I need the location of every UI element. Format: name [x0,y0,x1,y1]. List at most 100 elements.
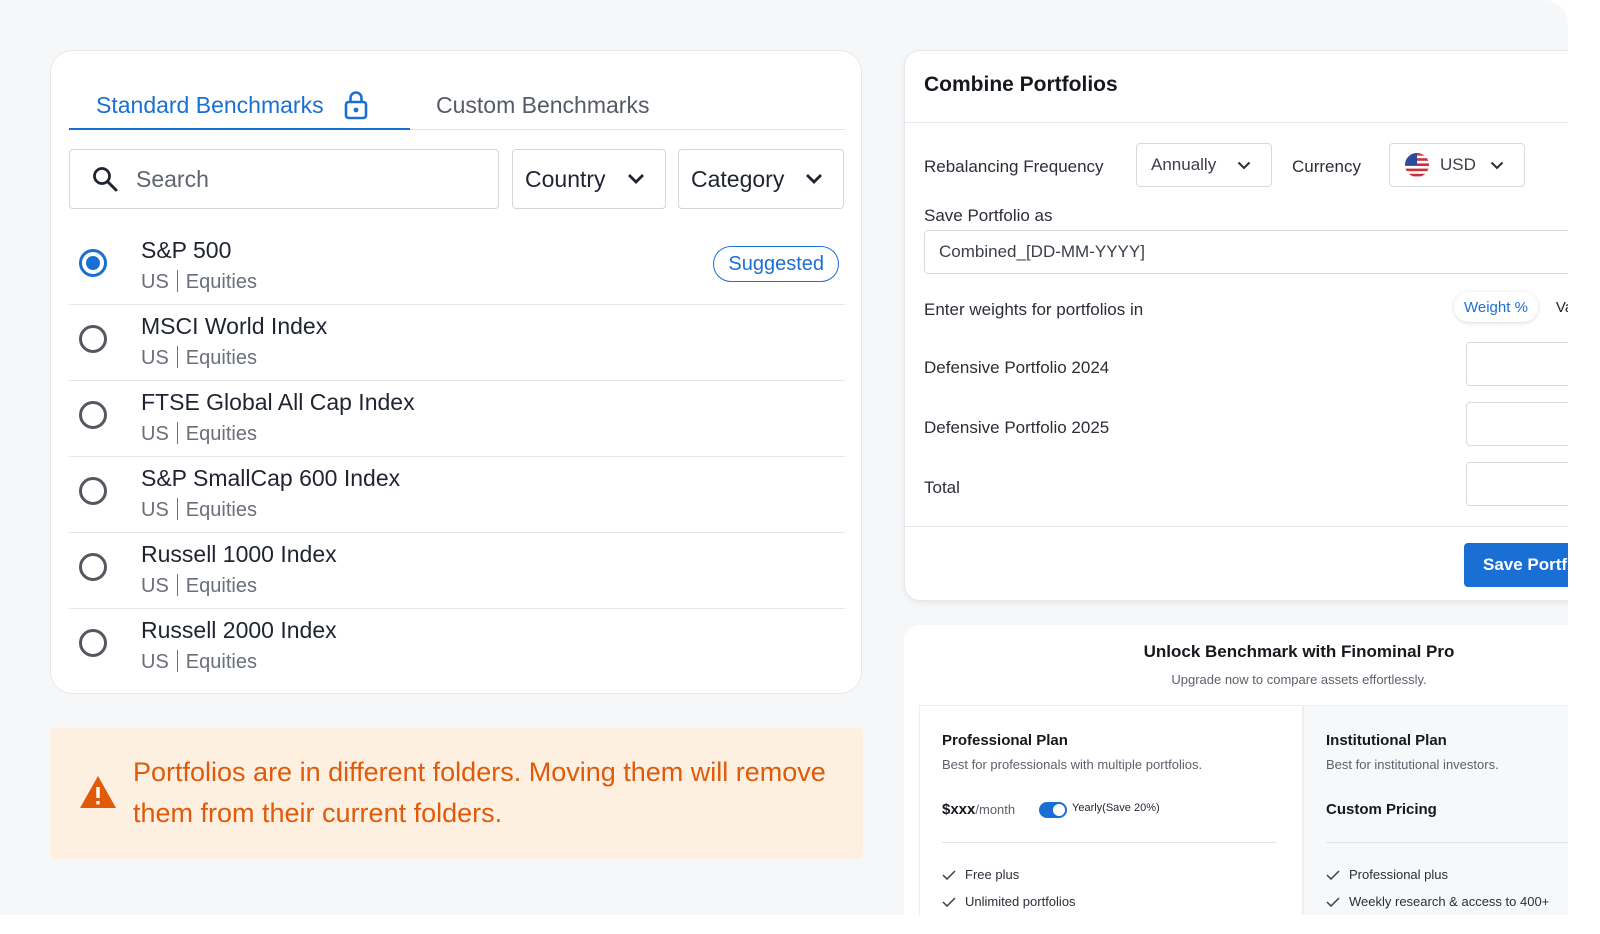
weight-mode-toggle: Weight % Va [1454,292,1568,322]
plan-description: Best for institutional investors. [1326,757,1499,772]
radio-unselected[interactable] [79,401,107,429]
active-tab-indicator [69,128,410,130]
benchmark-country: US [141,423,169,445]
benchmark-asset-class: Equities [185,347,257,369]
benchmark-row[interactable]: S&P 500 US Equities Suggested [69,229,845,305]
pro-upsell-card: Unlock Benchmark with Finominal Pro Upgr… [904,625,1568,915]
rebalancing-value: Annually [1151,155,1217,174]
divider [905,526,1568,527]
benchmark-row[interactable]: Russell 1000 Index US Equities [69,533,845,609]
plan-price: $xxx/month [942,801,1015,818]
rebalancing-label: Rebalancing Frequency [924,157,1104,176]
folder-warning-banner: Portfolios are in different folders. Mov… [50,728,863,859]
country-dropdown[interactable]: Country [512,149,666,209]
benchmark-name: FTSE Global All Cap Index [141,389,415,415]
country-dropdown-label: Country [525,165,606,192]
feature-text: Weekly research & access to 400+ [1349,894,1550,909]
benchmark-name: S&P SmallCap 600 Index [141,465,401,491]
benchmark-meta: US Equities [141,346,257,370]
benchmark-name: S&P 500 [141,237,232,263]
search-input[interactable] [134,164,498,194]
us-flag-icon [1405,153,1429,177]
benchmark-tabs: Standard Benchmarks Custom Benchmarks [69,81,845,130]
currency-value: USD [1440,155,1476,174]
plan-feature: Professional plus [1326,867,1448,882]
weight-input[interactable] [1466,402,1568,446]
weight-input[interactable] [1466,342,1568,386]
currency-dropdown[interactable]: USD [1389,143,1525,187]
radio-unselected[interactable] [79,629,107,657]
benchmark-asset-class: Equities [185,271,257,293]
benchmark-list: S&P 500 US Equities Suggested MSCI World … [69,229,845,684]
radio-selected[interactable] [79,249,107,277]
radio-unselected[interactable] [79,553,107,581]
benchmark-row[interactable]: S&P SmallCap 600 Index US Equities [69,457,845,533]
benchmark-country: US [141,499,169,521]
category-dropdown-label: Category [691,165,785,192]
yearly-billing-label: Yearly(Save 20%) [1072,802,1160,814]
radio-unselected[interactable] [79,325,107,353]
price-amount: $xxx [942,801,976,818]
app-canvas: Standard Benchmarks Custom Benchmarks Co… [0,0,1568,915]
tab-standard-label: Standard Benchmarks [96,91,324,118]
save-as-value: Combined_[DD-MM-YYYY] [939,242,1145,261]
check-icon [942,896,956,907]
upsell-subtitle: Upgrade now to compare assets effortless… [1171,672,1427,687]
total-label: Total [924,478,960,497]
benchmark-meta: US Equities [141,498,257,522]
benchmark-country: US [141,271,169,293]
save-as-input[interactable]: Combined_[DD-MM-YYYY] [924,230,1568,274]
check-icon [1326,869,1340,880]
currency-label: Currency [1292,157,1361,176]
feature-text: Professional plus [1349,867,1448,882]
radio-unselected[interactable] [79,477,107,505]
benchmark-row[interactable]: Russell 2000 Index US Equities [69,609,845,684]
check-icon [1326,896,1340,907]
plan-feature: Free plus [942,867,1019,882]
chevron-down-icon [1490,161,1504,169]
price-unit: /month [975,802,1016,817]
total-input[interactable] [1466,462,1568,506]
plan-price: Custom Pricing [1326,801,1437,818]
feature-text: Unlimited portfolios [965,894,1076,909]
benchmark-asset-class: Equities [185,423,257,445]
plan-description: Best for professionals with multiple por… [942,757,1203,772]
benchmark-asset-class: Equities [185,575,257,597]
save-portfolio-button[interactable]: Save Portf [1464,543,1568,587]
benchmark-row[interactable]: FTSE Global All Cap Index US Equities [69,381,845,457]
chevron-down-icon [1237,161,1251,169]
benchmark-name: Russell 2000 Index [141,617,337,643]
save-as-label: Save Portfolio as [924,206,1053,225]
institutional-plan-card[interactable]: Institutional Plan Best for institutiona… [1303,705,1568,915]
combine-portfolios-card: Combine Portfolios Rebalancing Frequency… [904,50,1568,601]
tab-custom-benchmarks[interactable]: Custom Benchmarks [436,81,649,129]
benchmark-asset-class: Equities [185,651,257,673]
benchmark-row[interactable]: MSCI World Index US Equities [69,305,845,381]
suggested-badge: Suggested [713,246,839,282]
combine-title: Combine Portfolios [924,73,1118,96]
benchmark-country: US [141,651,169,673]
benchmark-country: US [141,575,169,597]
search-box [69,149,499,209]
tab-standard-benchmarks[interactable]: Standard Benchmarks [96,81,368,129]
portfolio-row-label: Defensive Portfolio 2024 [924,358,1110,377]
professional-plan-card[interactable]: Professional Plan Best for professionals… [919,705,1303,915]
rebalancing-dropdown[interactable]: Annually [1136,143,1272,187]
divider [1326,842,1568,843]
category-dropdown[interactable]: Category [678,149,844,209]
benchmark-asset-class: Equities [185,499,257,521]
benchmark-meta: US Equities [141,270,257,294]
yearly-billing-toggle[interactable] [1039,802,1067,818]
chevron-down-icon [806,174,822,184]
toggle-weight-percent[interactable]: Weight % [1454,292,1538,322]
plan-name: Institutional Plan [1326,732,1447,749]
upsell-title: Unlock Benchmark with Finominal Pro [1143,642,1455,661]
toggle-value[interactable]: Va [1556,299,1568,316]
chevron-down-icon [628,174,644,184]
benchmark-name: MSCI World Index [141,313,328,339]
benchmark-name: Russell 1000 Index [141,541,337,567]
plan-feature: Weekly research & access to 400+ [1326,894,1549,909]
benchmark-meta: US Equities [141,422,257,446]
tab-custom-label: Custom Benchmarks [436,91,650,118]
warning-message: Portfolios are in different folders. Mov… [133,757,826,828]
